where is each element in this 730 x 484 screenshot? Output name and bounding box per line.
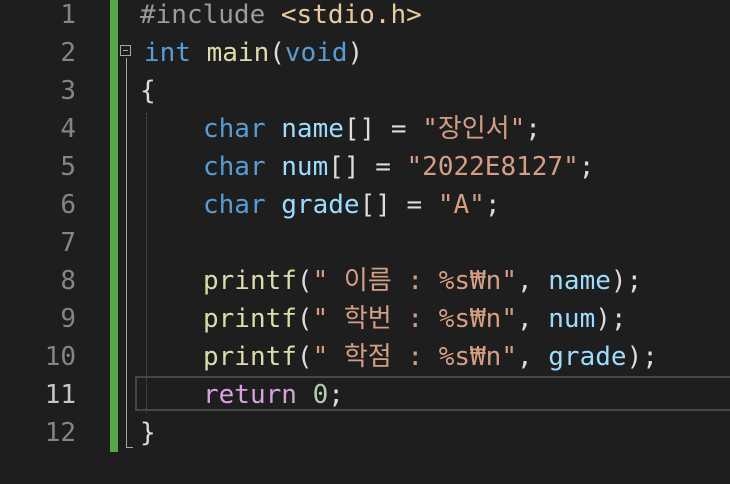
format-specifier: %s₩n [438, 304, 502, 334]
string-literal-end: " [501, 266, 517, 296]
punctuation: ) [347, 38, 364, 68]
punctuation: , [516, 304, 549, 334]
code-line[interactable]: 3 { [0, 73, 730, 111]
string-literal: " 학점 : [312, 342, 439, 372]
code-line[interactable]: 10 printf(" 학점 : %s₩n", grade); [0, 339, 730, 377]
code-text[interactable]: char grade[] = "A"; [203, 187, 500, 225]
code-line[interactable]: 5 char num[] = "2022E8127"; [0, 149, 730, 187]
code-text[interactable]: printf(" 학점 : %s₩n", grade); [203, 339, 658, 377]
variable: num [281, 152, 329, 182]
string-literal: " 학번 : [312, 304, 439, 334]
punctuation: , [516, 266, 549, 296]
number-literal: 0 [312, 380, 329, 410]
code-text[interactable]: #include <stdio.h> [140, 0, 422, 35]
line-number: 4 [60, 114, 76, 144]
line-number: 1 [60, 0, 76, 30]
line-number: 12 [44, 418, 76, 448]
code-line-current[interactable]: 11 return 0; [0, 377, 730, 415]
punctuation: [] = [343, 114, 423, 144]
code-editor[interactable]: 1 #include <stdio.h> 2 int main(void) 3 … [0, 0, 730, 484]
keyword: void [284, 38, 348, 68]
line-number: 2 [60, 38, 76, 68]
string-literal: "A" [437, 190, 485, 220]
code-line[interactable]: 7 [0, 225, 730, 263]
code-text[interactable]: char name[] = "장인서"; [203, 111, 541, 149]
semicolon: ; [484, 190, 501, 220]
format-specifier: %s₩n [438, 266, 502, 296]
punctuation: ( [269, 38, 285, 68]
variable: name [281, 114, 344, 144]
code-text[interactable]: { [140, 73, 156, 111]
keyword: int [144, 38, 191, 68]
punctuation: ); [626, 342, 658, 372]
punctuation: ( [296, 266, 313, 296]
preprocessor-directive: #include [140, 0, 266, 30]
string-literal-end: " [501, 342, 517, 372]
code-text[interactable]: int main(void) [144, 35, 363, 73]
code-line[interactable]: 4 char name[] = "장인서"; [0, 111, 730, 149]
string-literal: " 이름 : [312, 266, 439, 296]
punctuation: [] = [328, 152, 407, 182]
string-literal-end: " [501, 304, 517, 334]
code-text[interactable]: printf(" 학번 : %s₩n", num); [203, 301, 627, 339]
line-number: 6 [60, 190, 76, 220]
punctuation: [] = [359, 190, 438, 220]
variable: grade [281, 190, 360, 220]
code-line[interactable]: 9 printf(" 학번 : %s₩n", num); [0, 301, 730, 339]
punctuation: ( [296, 342, 313, 372]
code-text[interactable]: return 0; [203, 377, 344, 415]
code-line[interactable]: 2 int main(void) [0, 35, 730, 73]
code-text[interactable]: } [140, 415, 156, 453]
line-number: 7 [60, 228, 76, 258]
code-line[interactable]: 12 } [0, 415, 730, 453]
function-name: printf [203, 342, 297, 372]
string-literal: "장인서" [422, 114, 526, 144]
variable: name [548, 266, 611, 296]
control-keyword: return [203, 380, 297, 410]
string-literal: "2022E8127" [406, 152, 579, 182]
code-line[interactable]: 6 char grade[] = "A"; [0, 187, 730, 225]
include-header: <stdio.h> [280, 0, 422, 30]
keyword: char [203, 190, 266, 220]
function-name: main [206, 38, 270, 68]
function-name: printf [203, 304, 297, 334]
line-number: 10 [44, 342, 76, 372]
line-number-current: 11 [44, 380, 76, 410]
code-line[interactable]: 8 printf(" 이름 : %s₩n", name); [0, 263, 730, 301]
punctuation: ); [610, 266, 643, 296]
variable: num [548, 304, 596, 334]
variable: grade [548, 342, 627, 372]
line-number: 9 [60, 304, 76, 334]
line-number: 3 [60, 76, 76, 106]
code-text[interactable]: printf(" 이름 : %s₩n", name); [203, 263, 642, 301]
punctuation: ); [595, 304, 627, 334]
semicolon: ; [525, 114, 541, 144]
code-text[interactable]: char num[] = "2022E8127"; [203, 149, 594, 187]
open-brace: { [140, 76, 156, 106]
semicolon: ; [578, 152, 595, 182]
code-line[interactable]: 1 #include <stdio.h> [0, 0, 730, 35]
punctuation: ( [296, 304, 313, 334]
line-number: 8 [60, 266, 76, 296]
keyword: char [203, 114, 266, 144]
function-name: printf [203, 266, 297, 296]
line-number: 5 [60, 152, 76, 182]
punctuation: , [516, 342, 549, 372]
format-specifier: %s₩n [438, 342, 502, 372]
close-brace: } [140, 418, 156, 448]
semicolon: ; [328, 380, 344, 410]
keyword: char [203, 152, 266, 182]
